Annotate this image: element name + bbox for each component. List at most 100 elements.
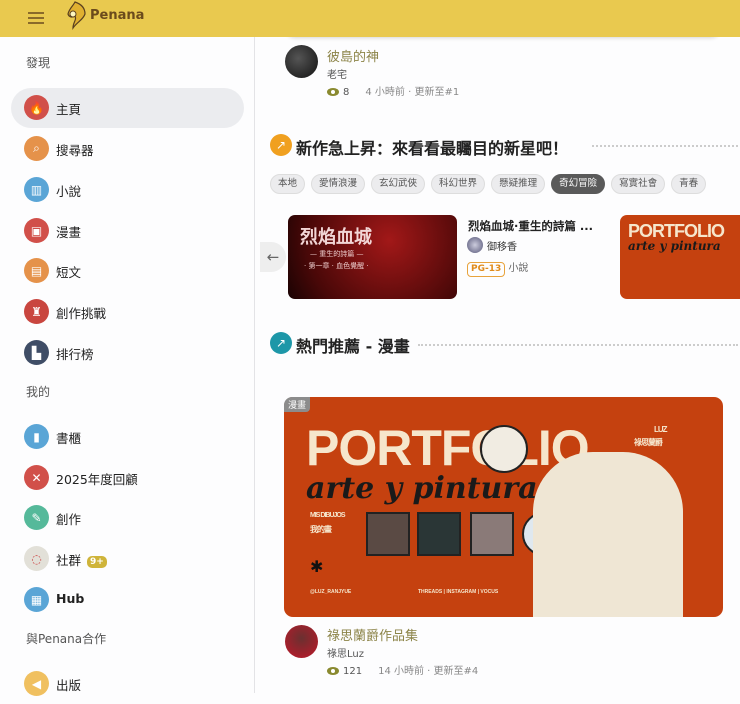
view-count: 8 [343,87,350,98]
comic-cover[interactable]: PORTFOLIO arte y pintura LUZ 祿思蘭爵 MIS DI… [284,397,723,617]
section-heading-rising: 新作急上昇：來看看最矚目的新星吧！ [296,139,569,158]
comic-cover-preview[interactable]: PORTFOLIO arte y pintura [620,215,740,299]
novel-type: 小說 [508,263,529,274]
sidebar-item-label: 漫畫 [56,222,81,241]
sidebar-item[interactable]: ▤ 短文 [11,251,244,291]
review-icon: ✕ [24,465,49,490]
cover-side2: 祿思蘭爵 [634,438,663,447]
story-title[interactable]: 祿思蘭爵作品集 [327,625,418,644]
sidebar: 發現 🔥 主頁 ⌕ 搜尋器 ▥ 小說 ▣ 漫畫 ▤ 短文 ♜ 創作挑戰 ▙ 排行榜我的 ▮ 書櫃 ✕ 2025年度回… [0,37,255,696]
penana-logo-icon[interactable] [62,0,88,34]
sidebar-item[interactable]: ▮ 書櫃 [11,417,244,457]
author-avatar[interactable] [285,45,318,78]
genre-chip[interactable]: 愛情浪漫 [311,174,366,194]
label-text: 主頁 [56,102,82,117]
genre-chip[interactable]: 科幻世界 [431,174,486,194]
menu-icon[interactable] [28,12,44,24]
cover-title: PORTFOLIO [306,420,590,476]
sidebar-item-label: 出版 [56,675,81,694]
novel-author[interactable]: 御移香 [487,238,517,253]
view-count: 121 [343,666,363,677]
arrow-left-icon: ← [266,248,280,266]
update-time: 14 小時前 · 更新至#4 [378,666,479,677]
sidebar-item[interactable]: ▦ Hub [11,580,244,620]
sidebar-section-label: 發現 [26,56,51,70]
sidebar-item[interactable]: ▥ 小說 [11,170,244,210]
document-icon: ▤ [24,258,49,283]
novel-cover[interactable]: 烈焰血城 — 重生的詩篇 — · 第一章 · 血色覺醒 · [288,215,457,299]
sidebar-item[interactable]: ◌ 社群 9+ [11,539,244,579]
novel-title[interactable]: 烈焰血城·重生的詩篇 ... [468,218,593,234]
story-author[interactable]: 祿思Luz [327,645,364,660]
label-text: 出版 [56,678,82,693]
author-avatar[interactable] [467,237,483,253]
brand-name[interactable]: Penana [90,8,144,23]
sidebar-item-label: 創作挑戰 [56,303,106,322]
cover-title: 烈焰血城 [300,227,372,248]
sidebar-item[interactable]: 🔥 主頁 [11,88,244,128]
novel-meta: PG-13 小說 [467,259,528,277]
sidebar-item[interactable]: ⌕ 搜尋器 [11,129,244,169]
sidebar-item-label: 社群 9+ [56,550,107,569]
story-stats: 121 14 小時前 · 更新至#4 [327,662,478,677]
comic-icon: ▣ [24,218,49,243]
hub-icon: ▦ [24,587,49,612]
author-avatar[interactable] [285,625,318,658]
genre-chip[interactable]: 本地 [270,174,306,194]
genre-chip[interactable]: 青春 [671,174,707,194]
label-text: Hub [56,591,85,606]
artwork-thumb [417,512,461,556]
sidebar-item[interactable]: ◀ 出版 [11,664,244,704]
write-icon: ✎ [24,505,49,530]
cover-mine: 我的畫 [310,525,332,534]
eye-icon [327,667,339,675]
community-icon: ◌ [24,546,49,571]
label-text: 搜尋器 [56,143,94,158]
divider [418,344,738,346]
divider [592,145,738,147]
sidebar-item-label: 2025年度回顧 [56,469,138,488]
comic-tag: 漫畫 [284,397,311,412]
sidebar-item[interactable]: ♜ 創作挑戰 [11,292,244,332]
story-author[interactable]: 老宅 [327,66,347,81]
rating-badge: PG-13 [467,262,506,277]
statue-illustration [533,452,683,617]
genre-chip[interactable]: 奇幻冒險 [551,174,606,194]
label-text: 短文 [56,265,82,280]
sidebar-item-label: 短文 [56,262,81,281]
cover-handle: @LUZ_RANJYUE [310,589,352,595]
label-text: 書櫃 [56,431,82,446]
sidebar-item-label: 排行榜 [56,344,94,363]
cover-links: THREADS | INSTAGRAM | VOCUS [418,589,499,595]
sidebar-item[interactable]: ▙ 排行榜 [11,333,244,373]
story-stats: 8 4 小時前 · 更新至#1 [327,83,459,98]
cover-subtitle: — 重生的詩篇 — [310,250,364,258]
sidebar-item[interactable]: ✎ 創作 [11,498,244,538]
label-text: 排行榜 [56,347,94,362]
label-text: 社群 [56,553,82,568]
sidebar-section-label: 與Penana合作 [26,632,107,646]
genre-chip[interactable]: 懸疑推理 [491,174,546,194]
sidebar-item[interactable]: ✕ 2025年度回顧 [11,458,244,498]
sidebar-item-label: 創作 [56,509,81,528]
sidebar-item[interactable]: ▣ 漫畫 [11,211,244,251]
genre-chip[interactable]: 寫實社會 [611,174,666,194]
genre-chip[interactable]: 玄幻武俠 [371,174,426,194]
trophy-icon: ♜ [24,299,49,324]
label-text: 2025年度回顧 [56,472,138,487]
ranking-icon: ▙ [24,340,49,365]
sidebar-item-label: Hub [56,591,84,606]
story-title[interactable]: 彼島的神 [327,46,379,65]
sidebar-section-label: 我的 [26,385,51,399]
carousel-prev-button[interactable]: ← [260,242,286,272]
sidebar-item-label: 搜尋器 [56,140,94,159]
top-header: Penana [0,0,740,37]
trending-badge-icon: ↗ [270,134,292,156]
eye-icon [327,88,339,96]
section-heading-hot: 熱門推薦 - 漫畫 [296,337,410,356]
notification-badge: 9+ [87,556,107,568]
label-text: 創作挑戰 [56,306,107,321]
update-time: 4 小時前 · 更新至#1 [365,87,460,98]
label-text: 創作 [56,512,82,527]
cover-chapter: · 第一章 · 血色覺醒 · [304,262,369,270]
